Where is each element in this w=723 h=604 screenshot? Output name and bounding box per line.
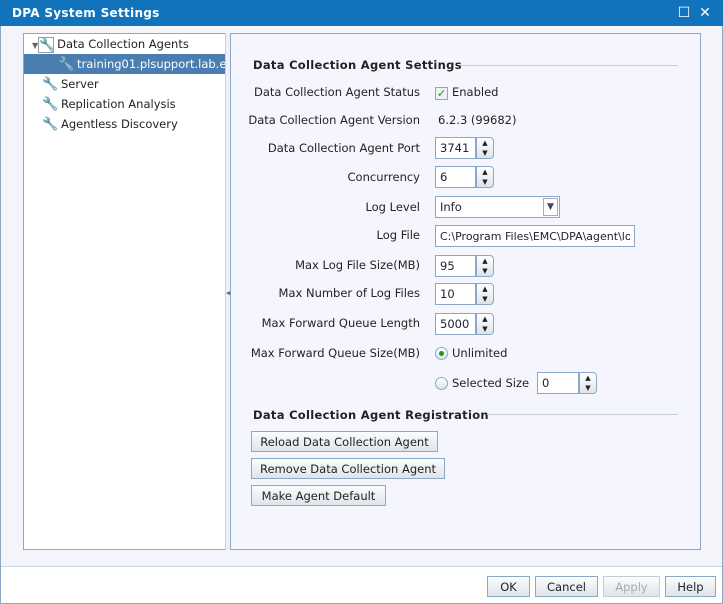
unlimited-label: Unlimited <box>452 346 508 360</box>
tree-item-agent[interactable]: 🔧 training01.plsupport.lab.e <box>24 54 226 74</box>
log-level-value: Info <box>440 200 462 214</box>
title-bar: DPA System Settings <box>0 0 723 26</box>
log-level-select[interactable]: Info ▼ <box>435 196 560 218</box>
registration-heading: Data Collection Agent Registration <box>253 408 489 422</box>
selected-size-input[interactable] <box>537 372 579 394</box>
port-input[interactable] <box>435 137 476 159</box>
concurrency-spinner[interactable]: ▲ ▼ <box>476 166 494 188</box>
enabled-label: Enabled <box>452 85 499 99</box>
queue-length-spinner[interactable]: ▲ ▼ <box>476 313 494 335</box>
queue-size-label: Max Forward Queue Size(MB) <box>250 346 420 360</box>
help-button[interactable]: Help <box>665 576 716 597</box>
port-spinner[interactable]: ▲ ▼ <box>476 137 494 159</box>
max-log-size-spinner[interactable]: ▲ ▼ <box>476 255 494 277</box>
tree-item-replication-analysis[interactable]: 🔧 Replication Analysis <box>42 94 176 114</box>
tools-icon: 🔧 <box>42 116 59 132</box>
log-file-input[interactable] <box>435 225 635 247</box>
max-log-files-label: Max Number of Log Files <box>278 286 420 300</box>
unlimited-radio[interactable] <box>435 347 448 360</box>
tree-item-data-collection-agents[interactable]: ▼🔧 Data Collection Agents <box>32 34 222 54</box>
settings-heading: Data Collection Agent Settings <box>253 58 462 72</box>
concurrency-label: Concurrency <box>347 170 420 184</box>
agent-ok-icon: 🔧 <box>58 56 75 72</box>
max-log-size-label: Max Log File Size(MB) <box>295 258 420 272</box>
queue-length-label: Max Forward Queue Length <box>261 316 420 330</box>
remove-agent-button[interactable]: Remove Data Collection Agent <box>251 458 445 479</box>
selected-size-radio[interactable] <box>435 377 448 390</box>
status-label: Data Collection Agent Status <box>254 85 420 99</box>
version-label: Data Collection Agent Version <box>248 113 420 127</box>
close-icon[interactable]: ✕ <box>697 5 713 21</box>
divider <box>487 414 678 415</box>
max-log-files-input[interactable] <box>435 283 476 305</box>
reload-agent-button[interactable]: Reload Data Collection Agent <box>251 431 438 452</box>
make-default-button[interactable]: Make Agent Default <box>251 485 386 506</box>
max-log-files-spinner[interactable]: ▲ ▼ <box>476 283 494 305</box>
queue-length-input[interactable] <box>435 313 476 335</box>
selected-size-label: Selected Size <box>452 376 530 390</box>
apply-button[interactable]: Apply <box>603 576 660 597</box>
ok-button[interactable]: OK <box>487 576 530 597</box>
max-log-size-input[interactable] <box>435 255 476 277</box>
settings-tree[interactable]: ▼🔧 Data Collection Agents 🔧 training01.pls… <box>23 33 226 550</box>
selected-size-spinner[interactable]: ▲ ▼ <box>579 372 597 394</box>
tree-item-agentless-discovery[interactable]: 🔧 Agentless Discovery <box>42 114 178 134</box>
enabled-checkbox[interactable]: ✓ <box>435 87 448 100</box>
tools-icon: 🔧 <box>42 76 59 92</box>
log-level-label: Log Level <box>365 200 420 214</box>
maximize-icon[interactable]: ☐ <box>676 5 692 21</box>
concurrency-input[interactable] <box>435 166 476 188</box>
cancel-button[interactable]: Cancel <box>535 576 598 597</box>
chevron-down-icon[interactable]: ▼ <box>543 198 558 216</box>
port-label: Data Collection Agent Port <box>267 141 420 155</box>
tree-item-server[interactable]: 🔧 Server <box>42 74 99 94</box>
tools-icon: 🔧 <box>42 96 59 112</box>
tools-icon: 🔧 <box>38 36 56 53</box>
divider <box>460 65 678 66</box>
window-title: DPA System Settings <box>12 6 160 20</box>
version-value: 6.2.3 (99682) <box>438 113 517 127</box>
log-file-label: Log File <box>376 228 420 242</box>
